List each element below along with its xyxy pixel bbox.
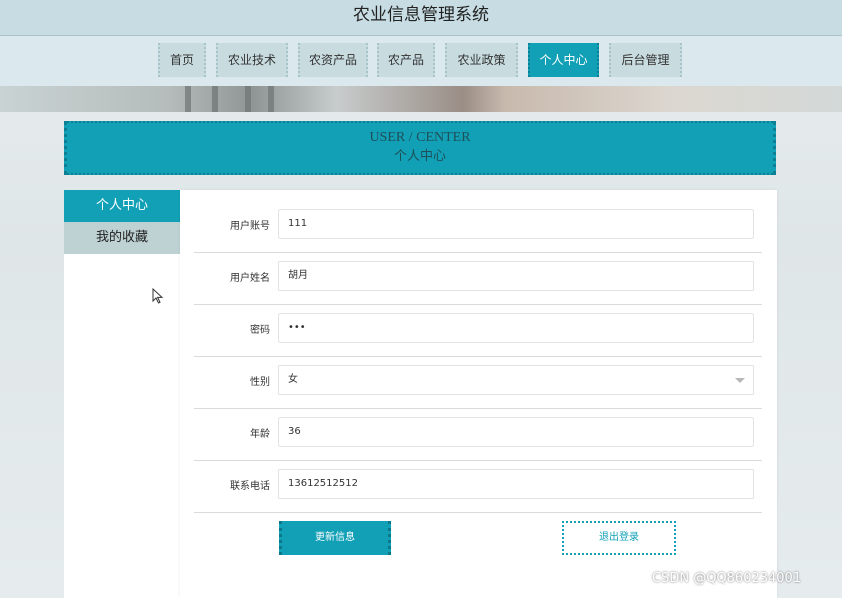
gender-label: 性别 [250, 377, 270, 388]
nav-item-user-center[interactable]: 个人中心 [528, 43, 599, 77]
phone-input[interactable]: 13612512512 [278, 469, 754, 499]
banner-image [0, 86, 842, 112]
phone-label: 联系电话 [230, 481, 270, 492]
form-row-age: 年龄 36 [194, 409, 762, 461]
update-info-button[interactable]: 更新信息 [279, 521, 391, 555]
nav-item-admin[interactable]: 后台管理 [609, 43, 682, 77]
page-header: USER / CENTER 个人中心 [64, 121, 776, 175]
gender-select[interactable]: 女 [278, 365, 754, 395]
age-input[interactable]: 36 [278, 417, 754, 447]
nav-item-agri-supplies[interactable]: 农资产品 [298, 43, 368, 77]
mouse-cursor-icon [152, 288, 164, 304]
watermark: CSDN @QQ860234001 [652, 571, 802, 586]
site-title: 农业信息管理系统 [353, 5, 489, 25]
sidebar-item-favorites[interactable]: 我的收藏 [64, 222, 180, 254]
form-row-account: 用户账号 111 [194, 201, 762, 253]
password-label: 密码 [250, 325, 270, 336]
form-row-phone: 联系电话 13612512512 [194, 461, 762, 513]
nav-item-agri-policy[interactable]: 农业政策 [445, 43, 518, 77]
nav-item-home[interactable]: 首页 [158, 43, 206, 77]
logout-button[interactable]: 退出登录 [562, 521, 676, 555]
age-label: 年龄 [250, 429, 270, 440]
nav-bar: 首页 农业技术 农资产品 农产品 农业政策 个人中心 后台管理 [0, 36, 842, 86]
sidebar-item-user-center[interactable]: 个人中心 [64, 190, 180, 222]
page-header-cn: 个人中心 [393, 148, 446, 163]
chevron-down-icon[interactable] [735, 378, 745, 383]
top-bar: 农业信息管理系统 [0, 0, 842, 36]
profile-form-panel: 用户账号 111 用户姓名 胡月 密码 ••• 性别 女 年龄 36 联系电话 … [180, 190, 777, 598]
sidebar: 个人中心 我的收藏 [64, 190, 180, 598]
account-input[interactable]: 111 [278, 209, 754, 239]
form-row-name: 用户姓名 胡月 [194, 253, 762, 305]
password-input[interactable]: ••• [278, 313, 754, 343]
account-label: 用户账号 [230, 221, 270, 232]
name-input[interactable]: 胡月 [278, 261, 754, 291]
form-row-password: 密码 ••• [194, 305, 762, 357]
nav-item-agri-tech[interactable]: 农业技术 [216, 43, 288, 77]
name-label: 用户姓名 [230, 273, 270, 284]
page-header-en: USER / CENTER [369, 130, 471, 145]
form-row-gender: 性别 女 [194, 357, 762, 409]
nav-item-agri-products[interactable]: 农产品 [377, 43, 435, 77]
gender-selected-value: 女 [288, 374, 298, 385]
